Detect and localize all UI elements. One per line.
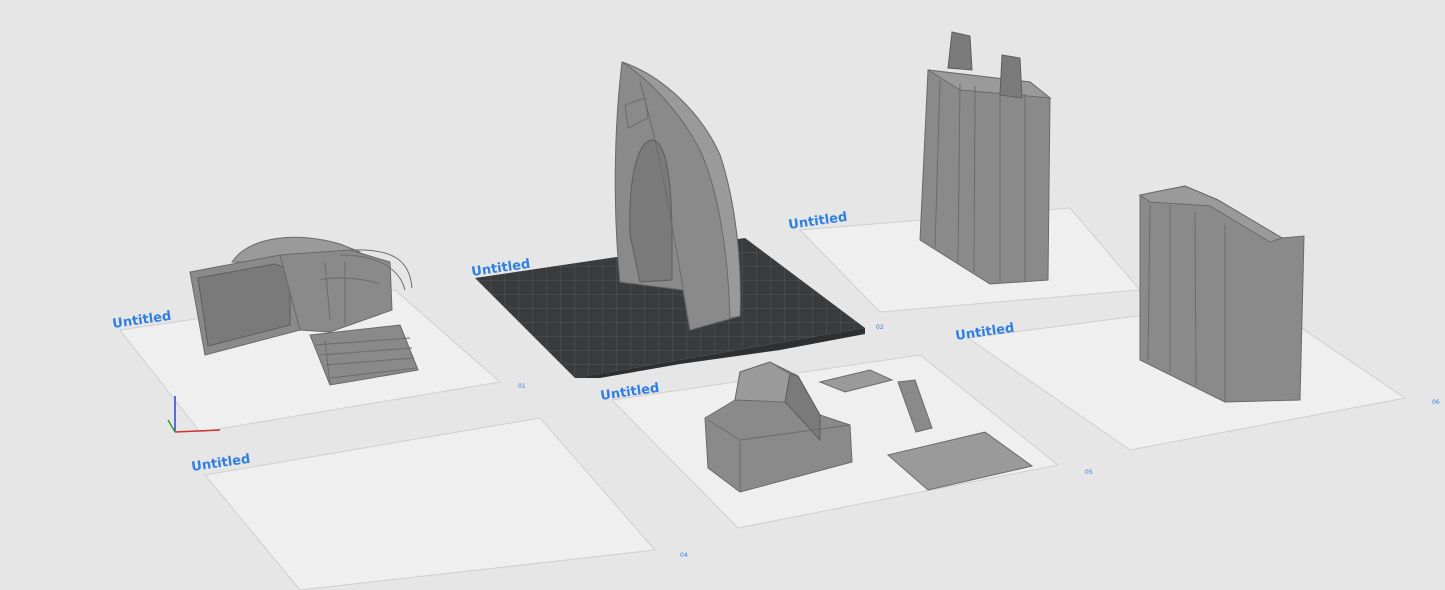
plate-number: 02 bbox=[876, 324, 884, 331]
plate-number: 01 bbox=[518, 383, 526, 390]
model-tall-box-part[interactable] bbox=[919, 31, 1052, 285]
3d-viewport[interactable]: Untitled 01 Untitled 04 Untitled 02 Unti… bbox=[0, 0, 1445, 590]
plate-number: 05 bbox=[1085, 469, 1093, 476]
build-plate-4[interactable]: Untitled 04 bbox=[190, 417, 688, 590]
plate-number: 06 bbox=[1432, 399, 1440, 406]
plate-number: 04 bbox=[680, 552, 688, 559]
model-curved-panel-part[interactable] bbox=[1138, 185, 1305, 403]
